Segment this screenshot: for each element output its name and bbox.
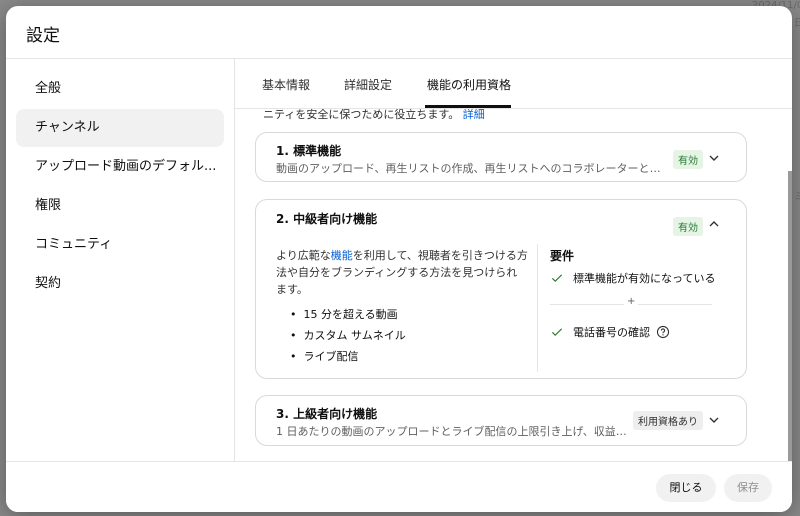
- tab-feature-eligibility[interactable]: 機能の利用資格: [427, 76, 511, 93]
- sidebar-item-permissions[interactable]: 権限: [16, 187, 224, 225]
- chevron-down-icon[interactable]: [706, 412, 722, 428]
- feature-title: 2. 中級者向け機能: [276, 212, 378, 226]
- sidebar-item-upload-defaults[interactable]: アップロード動画のデフォル...: [16, 148, 224, 186]
- sidebar-item-community[interactable]: コミュニティ: [16, 226, 224, 264]
- feature-list: 15 分を超える動画 カスタム サムネイル ライブ配信: [290, 304, 406, 367]
- sidebar-item-general[interactable]: 全般: [16, 70, 224, 108]
- status-badge: 有効: [673, 217, 703, 236]
- feature-body-text: より広範な: [276, 249, 331, 262]
- list-item: 15 分を超える動画: [290, 304, 406, 325]
- settings-dialog: 設定 全般 チャンネル アップロード動画のデフォル... 権限 コミュニティ 契…: [6, 6, 792, 512]
- save-button[interactable]: 保存: [724, 474, 772, 502]
- list-item: カスタム サムネイル: [290, 325, 406, 346]
- requirement-separator: +: [624, 296, 639, 307]
- close-button[interactable]: 閉じる: [656, 474, 716, 502]
- intro-text-body: ニティを安全に保つために役立ちます。: [263, 108, 460, 121]
- scrollbar[interactable]: [788, 171, 792, 461]
- tab-advanced-settings[interactable]: 詳細設定: [344, 76, 392, 93]
- background-text: 日: [794, 18, 800, 29]
- tab-basic-info[interactable]: 基本情報: [262, 76, 310, 93]
- settings-content: 基本情報 詳細設定 機能の利用資格 ニティを安全に保つために役立ちます。 詳細 …: [235, 59, 792, 461]
- tab-bar: 基本情報 詳細設定 機能の利用資格: [235, 59, 792, 109]
- check-icon: [551, 274, 563, 283]
- help-circle-icon[interactable]: [656, 325, 670, 339]
- requirement-item: 電話番号の確認: [550, 324, 670, 340]
- feature-description: 動画のアップロード、再生リストの作成、再生リストへのコラボレーターと新し...: [276, 162, 668, 175]
- sidebar-item-agreements[interactable]: 契約: [16, 265, 224, 303]
- active-tab-indicator: [425, 105, 511, 108]
- feature-title: 1. 標準機能: [276, 144, 342, 158]
- settings-sidebar: 全般 チャンネル アップロード動画のデフォル... 権限 コミュニティ 契約: [6, 59, 235, 461]
- feature-description: 1 日あたりの動画のアップロードとライブ配信の上限引き上げ、収益化の...: [276, 425, 631, 438]
- requirement-label: 標準機能が有効になっている: [573, 272, 716, 285]
- chevron-up-icon[interactable]: [706, 216, 722, 232]
- feature-card-advanced[interactable]: 3. 上級者向け機能 1 日あたりの動画のアップロードとライブ配信の上限引き上げ…: [255, 395, 747, 446]
- background-text: ミ: [794, 192, 800, 203]
- divider: [537, 244, 538, 372]
- status-badge: 利用資格あり: [633, 411, 703, 430]
- dialog-footer: 閉じる 保存: [6, 461, 792, 512]
- list-item: ライブ配信: [290, 346, 406, 367]
- feature-title: 3. 上級者向け機能: [276, 407, 378, 421]
- features-link[interactable]: 機能: [331, 249, 353, 262]
- requirement-item: 標準機能が有効になっている: [550, 270, 715, 286]
- chevron-down-icon[interactable]: [706, 150, 722, 166]
- dialog-title: 設定: [26, 26, 60, 46]
- sidebar-item-channel[interactable]: チャンネル: [16, 109, 224, 147]
- status-badge: 有効: [673, 150, 703, 169]
- check-icon: [551, 328, 563, 337]
- requirements-title: 要件: [550, 249, 575, 263]
- feature-card-standard[interactable]: 1. 標準機能 動画のアップロード、再生リストの作成、再生リストへのコラボレータ…: [255, 132, 747, 182]
- learn-more-link[interactable]: 詳細: [463, 108, 485, 121]
- requirement-label: 電話番号の確認: [573, 326, 650, 339]
- feature-body: より広範な機能を利用して、視聴者を引きつける方法や自分をブランディングする方法を…: [276, 247, 528, 298]
- feature-card-intermediate: 2. 中級者向け機能 有効 より広範な機能を利用して、視聴者を引きつける方法や自…: [255, 199, 747, 379]
- dialog-header: 設定: [6, 6, 792, 59]
